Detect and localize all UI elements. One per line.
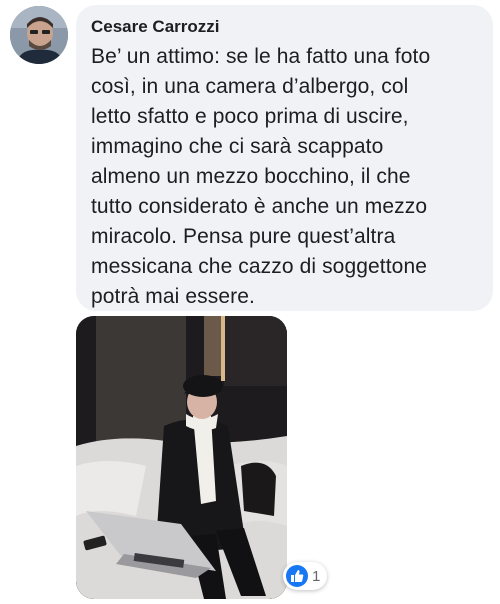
comment-bubble: Cesare Carrozzi Be’ un attimo: se le ha …: [76, 5, 493, 311]
comment-author-name[interactable]: Cesare Carrozzi: [91, 16, 479, 38]
reactions-summary[interactable]: 1: [283, 562, 327, 590]
reaction-count: 1: [312, 567, 321, 585]
comment-text: Be’ un attimo: se le ha fatto una foto c…: [91, 45, 431, 308]
comment-photo[interactable]: [76, 316, 287, 599]
like-icon: [286, 565, 308, 587]
avatar[interactable]: [10, 6, 68, 64]
